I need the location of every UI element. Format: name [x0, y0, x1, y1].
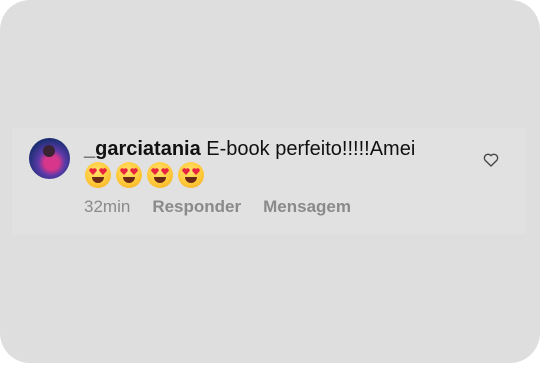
comment-time: 32min [84, 197, 131, 216]
avatar[interactable] [29, 138, 70, 179]
heart-outline-icon[interactable] [483, 152, 499, 168]
comment: _garciatania E-book perfeito!!!!!Amei 32… [12, 128, 526, 234]
comment-text-block: _garciatania E-book perfeito!!!!!Amei [84, 135, 454, 163]
username[interactable]: _garciatania [84, 138, 201, 160]
comment-meta: 32min Responder Mensagem [84, 197, 351, 217]
card: _garciatania E-book perfeito!!!!!Amei 32… [0, 0, 540, 363]
comment-text: E-book perfeito!!!!!Amei [206, 138, 416, 160]
heart-eyes-emoji [147, 162, 173, 188]
heart-eyes-emoji [85, 162, 111, 188]
heart-eyes-emoji [178, 162, 204, 188]
emoji-row [85, 162, 204, 188]
heart-eyes-emoji [116, 162, 142, 188]
message-button[interactable]: Mensagem [263, 197, 351, 217]
reply-button[interactable]: Responder [152, 197, 241, 217]
